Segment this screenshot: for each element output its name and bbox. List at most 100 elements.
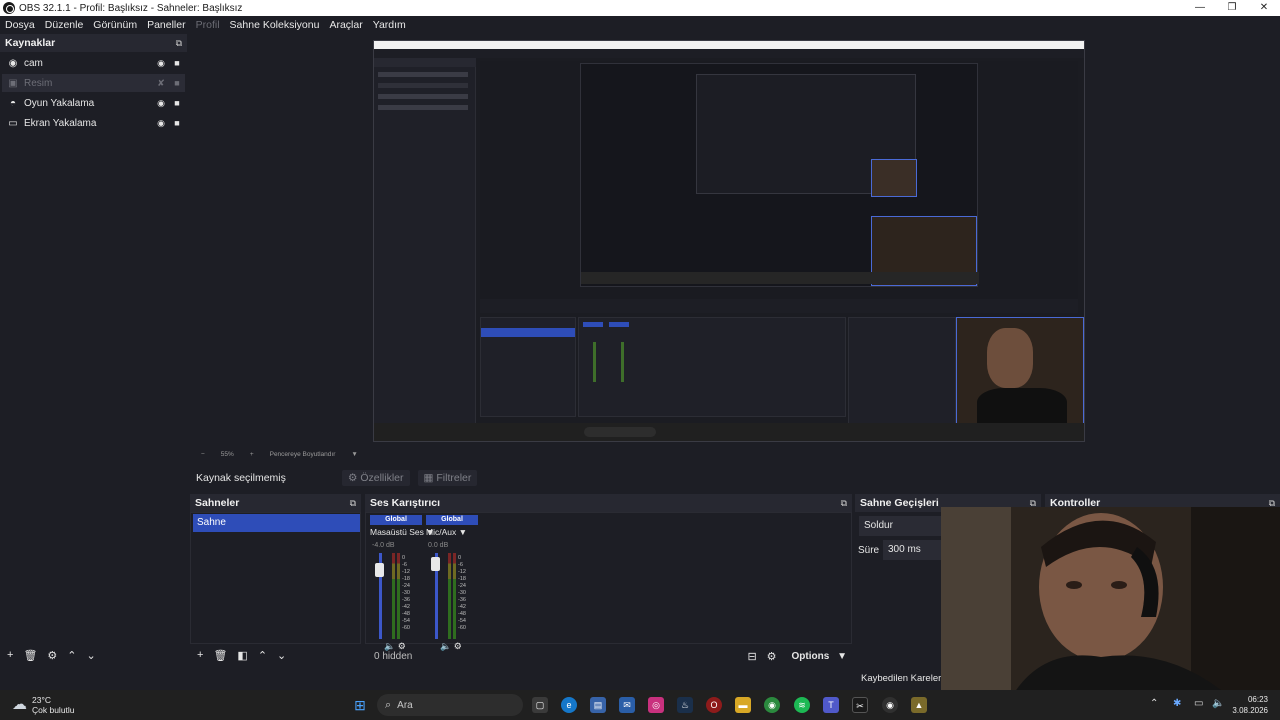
source-properties-gear-icon[interactable]: ⚙ — [47, 649, 57, 662]
layout-toggle-icon[interactable]: ⊟ — [747, 650, 756, 663]
menu-duzenle[interactable]: Düzenle — [40, 19, 89, 31]
menu-profil[interactable]: Profil — [191, 19, 225, 31]
lock-icon[interactable]: ■ — [169, 98, 185, 108]
taskbar-clock[interactable]: 06:23 3.08.2026 — [1232, 694, 1268, 716]
mixer-header: Ses Karıştırıcı ⧉ — [365, 494, 852, 512]
properties-button[interactable]: ⚙ Özellikler — [342, 470, 410, 486]
chrome-icon[interactable]: ◉ — [764, 697, 780, 713]
preview-screen-capture — [373, 40, 1085, 442]
source-label: Oyun Yakalama — [24, 97, 95, 109]
lock-icon[interactable]: ■ — [169, 58, 185, 68]
chevron-down-icon[interactable]: ▼ — [351, 451, 357, 458]
windows-taskbar: ☁ 23°C Çok bulutlu ⊞ ⌕ Ara ▢ e ▤ ✉ ◎ ♨ O… — [0, 690, 1280, 720]
channel-name[interactable]: Mic/Aux ▼ — [426, 527, 467, 537]
menu-paneller[interactable]: Paneller — [142, 19, 191, 31]
scene-item-sahne[interactable]: Sahne — [193, 514, 360, 532]
remove-scene-button[interactable]: 🗑 — [213, 649, 227, 662]
advanced-audio-icon[interactable]: ⚙ — [767, 650, 777, 663]
mixer-title: Ses Karıştırıcı — [370, 497, 441, 509]
task-view-icon[interactable]: ▢ — [532, 697, 548, 713]
menu-sahne-koleksiyonu[interactable]: Sahne Koleksiyonu — [225, 19, 325, 31]
visibility-eye-icon[interactable]: ◉ — [153, 58, 169, 69]
windows-start-icon[interactable]: ⊞ — [352, 697, 368, 713]
move-up-button[interactable]: ⌃ — [67, 649, 76, 662]
nested-sources-panel — [374, 58, 476, 438]
context-bar: Kaynak seçilmemiş ⚙ Özellikler ▦ Filtrel… — [190, 466, 1280, 490]
tray-overflow-chevron-up-icon[interactable]: ⌃ — [1150, 698, 1158, 709]
file-explorer-icon[interactable]: ▬ — [735, 697, 751, 713]
sources-title: Kaynaklar — [5, 37, 56, 49]
undock-icon[interactable]: ⧉ — [176, 34, 182, 52]
source-item-oyun-yakalama[interactable]: ◓ Oyun Yakalama ◉ ■ — [2, 94, 185, 112]
nested-transitions-panel — [848, 317, 956, 433]
mixer-channel-desktop-audio: Global Masaüstü Ses ▼ -4.0 dB 0 -6 -12 -18-… — [370, 515, 435, 651]
visibility-eye-icon[interactable]: ◉ — [153, 118, 169, 129]
network-icon[interactable]: ▭ — [1194, 698, 1203, 709]
source-label: Resim — [24, 77, 53, 89]
zoom-out-button[interactable]: − — [201, 451, 205, 458]
zoom-level: 55% — [220, 450, 234, 458]
capcut-icon[interactable]: ✂ — [852, 697, 868, 713]
visibility-hidden-icon[interactable]: ✘ — [153, 78, 169, 89]
move-up-button[interactable]: ⌃ — [258, 649, 267, 662]
add-scene-button[interactable]: + — [197, 649, 203, 661]
close-button[interactable]: ✕ — [1248, 0, 1280, 16]
volume-icon[interactable]: 🔈 — [1212, 698, 1224, 709]
preview-area[interactable] — [193, 34, 1280, 448]
maximize-button[interactable]: ❐ — [1216, 0, 1248, 16]
source-item-cam[interactable]: ◉ cam ◉ ■ — [2, 54, 185, 72]
nested-title-bar — [374, 41, 1084, 49]
weather-widget[interactable]: ☁ 23°C Çok bulutlu — [12, 695, 75, 715]
menu-yardim[interactable]: Yardım — [368, 19, 411, 31]
instagram-icon[interactable]: ◎ — [648, 697, 664, 713]
menu-bar: Dosya Düzenle Görünüm Paneller Profil Sa… — [0, 16, 1280, 33]
meter-scale: 0 -6 -12 -18 -24 -30 -36 -42 -48 -54 -60 — [458, 555, 466, 631]
channel-volume-db: -4.0 dB — [372, 542, 395, 549]
volume-fader-handle[interactable] — [431, 557, 440, 571]
spotify-icon[interactable]: ≋ — [794, 697, 810, 713]
mixer-channel-mic-aux: Global Mic/Aux ▼ 0.0 dB 0 -6 -12 -18 -24 -30-… — [426, 515, 484, 651]
steam-icon[interactable]: ♨ — [677, 697, 693, 713]
visibility-eye-icon[interactable]: ◉ — [153, 98, 169, 109]
sources-toolbar: + 🗑 ⚙ ⌃ ⌄ — [2, 645, 101, 665]
teams-icon[interactable]: T — [823, 697, 839, 713]
edge-browser-icon[interactable]: e — [561, 697, 577, 713]
chevron-down-icon: ▼ — [458, 527, 468, 537]
move-down-button[interactable]: ⌄ — [87, 649, 96, 662]
taskbar-search[interactable]: ⌕ Ara — [377, 694, 523, 716]
undock-icon[interactable]: ⧉ — [350, 494, 356, 512]
clock-time: 06:23 — [1247, 695, 1268, 704]
menu-gorunum[interactable]: Görünüm — [88, 19, 142, 31]
undock-icon[interactable]: ⧉ — [841, 494, 847, 512]
move-down-button[interactable]: ⌄ — [277, 649, 286, 662]
scenes-list: Sahne — [190, 512, 361, 644]
search-icon: ⌕ — [385, 698, 392, 711]
lock-icon[interactable]: ■ — [169, 78, 185, 88]
lock-icon[interactable]: ■ — [169, 118, 185, 128]
image-icon: ▣ — [8, 77, 18, 89]
nested-webcam — [956, 317, 1084, 436]
zoom-in-button[interactable]: + — [250, 451, 254, 458]
filters-button[interactable]: ▦ Filtreler — [417, 470, 478, 486]
source-item-ekran-yakalama[interactable]: ▭ Ekran Yakalama ◉ ■ — [2, 114, 185, 132]
level-meter-left — [392, 553, 395, 639]
mail-icon[interactable]: ✉ — [619, 697, 635, 713]
obs-taskbar-icon[interactable]: ◉ — [882, 697, 898, 713]
add-source-button[interactable]: + — [7, 649, 13, 661]
source-item-resim[interactable]: ▣ Resim ✘ ■ — [2, 74, 185, 92]
volume-fader-handle[interactable] — [375, 563, 384, 577]
menu-araclar[interactable]: Araçlar — [324, 19, 367, 31]
bluetooth-icon[interactable]: ✱ — [1173, 698, 1181, 709]
scene-filters-button[interactable]: ◧ — [237, 649, 247, 662]
channel-name[interactable]: Masaüstü Ses ▼ — [370, 527, 435, 537]
opera-icon[interactable]: O — [706, 697, 722, 713]
game-app-icon[interactable]: ▲ — [911, 697, 927, 713]
remove-source-button[interactable]: 🗑 — [23, 649, 37, 662]
minimize-button[interactable]: — — [1184, 0, 1216, 16]
options-button[interactable]: Options ▼ — [787, 651, 847, 662]
camera-icon: ◉ — [8, 57, 18, 69]
store-icon[interactable]: ▤ — [590, 697, 606, 713]
webcam-overlay — [941, 507, 1280, 698]
dropped-frames: Kaybedilen Kareler 0 — [861, 673, 950, 684]
menu-dosya[interactable]: Dosya — [0, 19, 40, 31]
